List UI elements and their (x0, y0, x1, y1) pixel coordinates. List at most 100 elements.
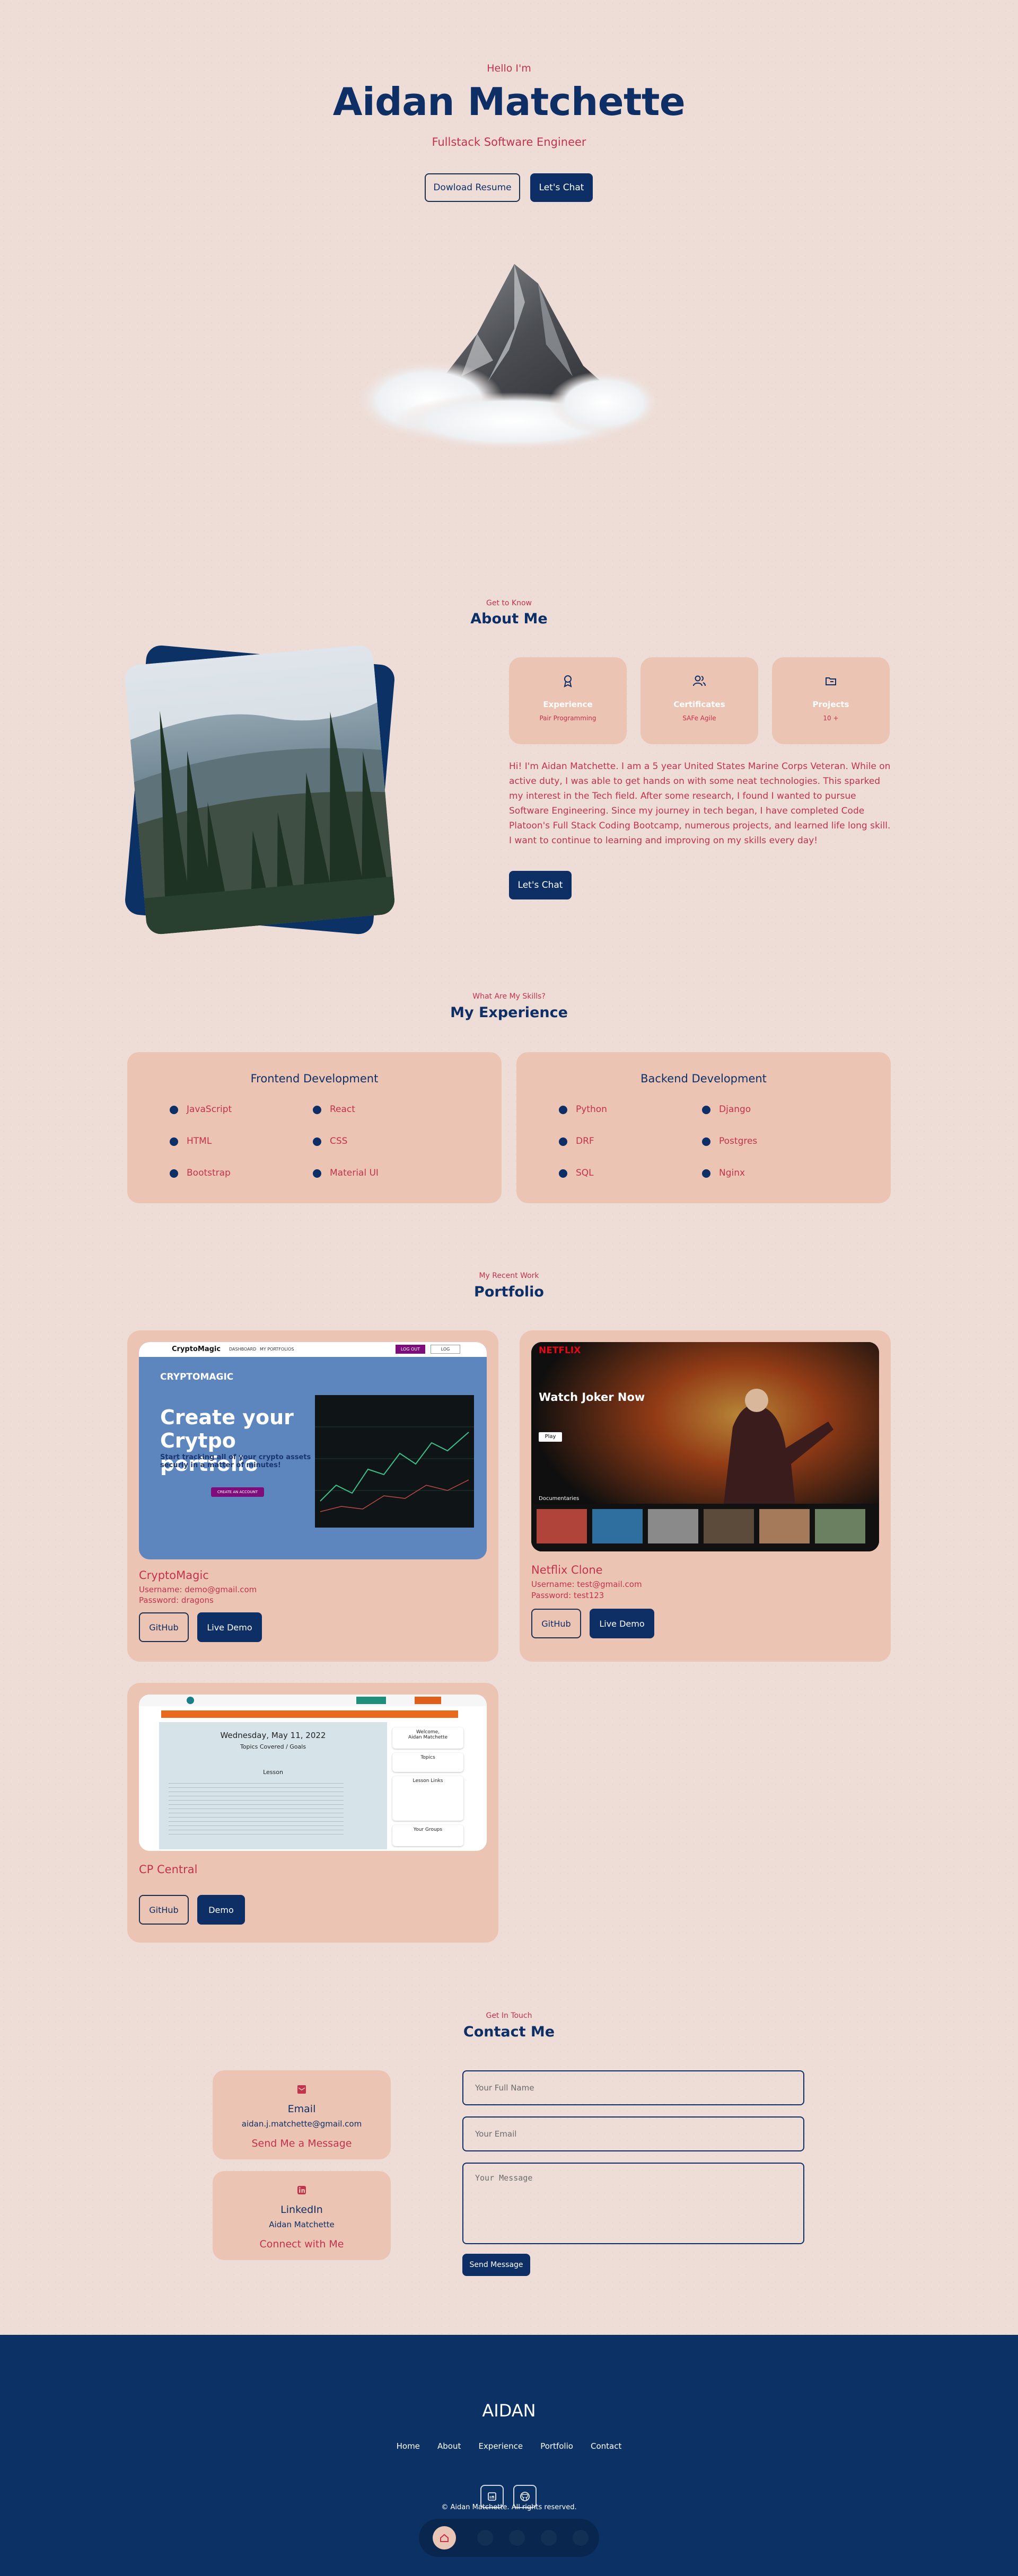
shot-headline: Watch Joker Now (539, 1391, 645, 1404)
footer-logo[interactable]: AIDAN (0, 2401, 1018, 2421)
linkedin-contact-card[interactable]: LinkedIn Aidan Matchette Connect with Me (213, 2171, 391, 2260)
frontend-title: Frontend Development (250, 1072, 379, 1085)
github-button[interactable]: GitHub (139, 1895, 189, 1925)
shot-brand: CRYPTOMAGIC (160, 1372, 234, 1382)
floating-nav-dock (419, 2519, 599, 2557)
shot-nav: MY PORTFOLIOS (260, 1347, 294, 1352)
about-bio: Hi! I'm Aidan Matchette. I am a 5 year U… (509, 761, 891, 846)
project-card-cpcentral: Wednesday, May 11, 2022 Topics Covered /… (127, 1683, 498, 1943)
experience-subtitle: What Are My Skills? (472, 992, 546, 1001)
about-subtitle: Get to Know (486, 599, 532, 607)
about-title: About Me (470, 611, 548, 627)
shot-logo: CryptoMagic (172, 1345, 221, 1353)
shot-button: LOG (431, 1345, 460, 1354)
skill-item: SQL (559, 1168, 594, 1178)
full-name-input[interactable] (462, 2070, 804, 2105)
cpcentral-screenshot: Wednesday, May 11, 2022 Topics Covered /… (139, 1695, 487, 1851)
live-demo-button[interactable]: Live Demo (197, 1612, 262, 1642)
folder-icon (826, 677, 836, 685)
hero-role: Fullstack Software Engineer (432, 136, 586, 148)
hero-chat-button[interactable]: Let's Chat (530, 173, 593, 202)
certificates-card: Certificates SAFe Agile (640, 657, 758, 744)
skill-item: Postgres (701, 1136, 758, 1146)
footer-link-about[interactable]: About (437, 2441, 461, 2451)
skill-item: Django (701, 1104, 751, 1115)
footer-link-experience[interactable]: Experience (478, 2441, 523, 2451)
mountain-image (355, 264, 660, 451)
shot-button: LOG OUT (396, 1345, 425, 1354)
shot-tagline: Start tracking all of your crypto assets… (160, 1453, 311, 1469)
home-icon (440, 2534, 449, 2542)
project-name: CryptoMagic (139, 1569, 209, 1582)
skill-item: DRF (559, 1136, 594, 1146)
shot-side1: Topics (392, 1753, 463, 1772)
joker-poster-image (531, 1342, 879, 1551)
projects-card-value: 10 + (823, 714, 839, 722)
linkedin-icon (297, 2186, 306, 2194)
projects-card-title: Projects (812, 700, 849, 709)
shot-side2: Lesson Links (392, 1776, 463, 1821)
project-password: Password: test123 (531, 1591, 604, 1600)
crypto-chart-image (315, 1395, 474, 1528)
experience-title: My Experience (450, 1004, 568, 1021)
download-resume-button[interactable]: Dowload Resume (425, 173, 520, 202)
connect-link[interactable]: Connect with Me (213, 2238, 391, 2250)
project-username: Username: demo@gmail.com (139, 1585, 257, 1594)
shot-nav: DASHBOARD (229, 1347, 257, 1352)
shot-logo: NETFLIX (539, 1345, 581, 1356)
email-contact-card[interactable]: Email aidan.j.matchette@gmail.com Send M… (213, 2070, 391, 2159)
skill-item: Material UI (313, 1168, 379, 1178)
contact-title: Contact Me (463, 2024, 555, 2040)
send-message-link[interactable]: Send Me a Message (213, 2138, 391, 2149)
shot-topics: Topics Covered / Goals (240, 1743, 306, 1750)
shot-play: Play (539, 1432, 562, 1442)
projects-card: Projects 10 + (772, 657, 890, 744)
send-message-button[interactable]: Send Message (462, 2254, 530, 2276)
footer-link-contact[interactable]: Contact (591, 2441, 621, 2451)
frontend-card: Frontend Development JavaScript React HT… (127, 1052, 502, 1203)
backend-title: Backend Development (640, 1072, 767, 1085)
netflix-screenshot: NETFLIX Watch Joker Now Play Documentari… (531, 1342, 879, 1551)
dock-about-button[interactable] (477, 2530, 493, 2546)
shot-row: Documentaries (539, 1496, 580, 1502)
mail-icon (297, 2085, 306, 2094)
experience-card-value: Pair Programming (539, 714, 596, 722)
dock-portfolio-button[interactable] (541, 2530, 557, 2546)
experience-card: Experience Pair Programming (509, 657, 627, 744)
users-icon (693, 675, 706, 686)
skill-item: React (313, 1104, 355, 1115)
github-button[interactable]: GitHub (531, 1609, 581, 1638)
email-input[interactable] (462, 2116, 804, 2151)
github-button[interactable]: GitHub (139, 1612, 189, 1642)
skill-item: Bootstrap (170, 1168, 231, 1178)
shot-side3: Your Groups (392, 1825, 463, 1846)
live-demo-button[interactable]: Live Demo (590, 1609, 654, 1638)
hero-name: Aidan Matchette (332, 80, 686, 124)
message-textarea[interactable] (462, 2163, 804, 2244)
dock-home-button[interactable] (433, 2526, 456, 2549)
about-chat-button[interactable]: Let's Chat (509, 871, 572, 899)
certificates-card-title: Certificates (673, 700, 725, 709)
portfolio-title: Portfolio (474, 1284, 544, 1300)
footer-link-portfolio[interactable]: Portfolio (540, 2441, 573, 2451)
project-username: Username: test@gmail.com (531, 1580, 642, 1589)
dock-contact-button[interactable] (573, 2530, 589, 2546)
email-title: Email (287, 2103, 316, 2115)
footer-link-home[interactable]: Home (397, 2441, 420, 2451)
skill-item: HTML (169, 1136, 212, 1146)
award-icon (564, 675, 572, 687)
footer: AIDAN Home About Experience Portfolio Co… (0, 2335, 1018, 2576)
project-name: CP Central (139, 1863, 198, 1876)
dock-experience-button[interactable] (509, 2530, 525, 2546)
skill-item: JavaScript (169, 1104, 232, 1115)
backend-card: Backend Development Python Django DRF Po… (516, 1052, 891, 1203)
hero-greeting: Hello I'm (487, 63, 531, 74)
demo-button[interactable]: Demo (197, 1895, 245, 1925)
contact-subtitle: Get In Touch (486, 2012, 532, 2020)
skill-item: CSS (312, 1136, 348, 1146)
linkedin-value: Aidan Matchette (269, 2220, 335, 2229)
shot-lesson: Lesson (263, 1769, 283, 1776)
skill-item: Nginx (701, 1168, 745, 1178)
shot-cta: CREATE AN ACCOUNT (211, 1487, 264, 1497)
experience-card-title: Experience (543, 700, 593, 709)
